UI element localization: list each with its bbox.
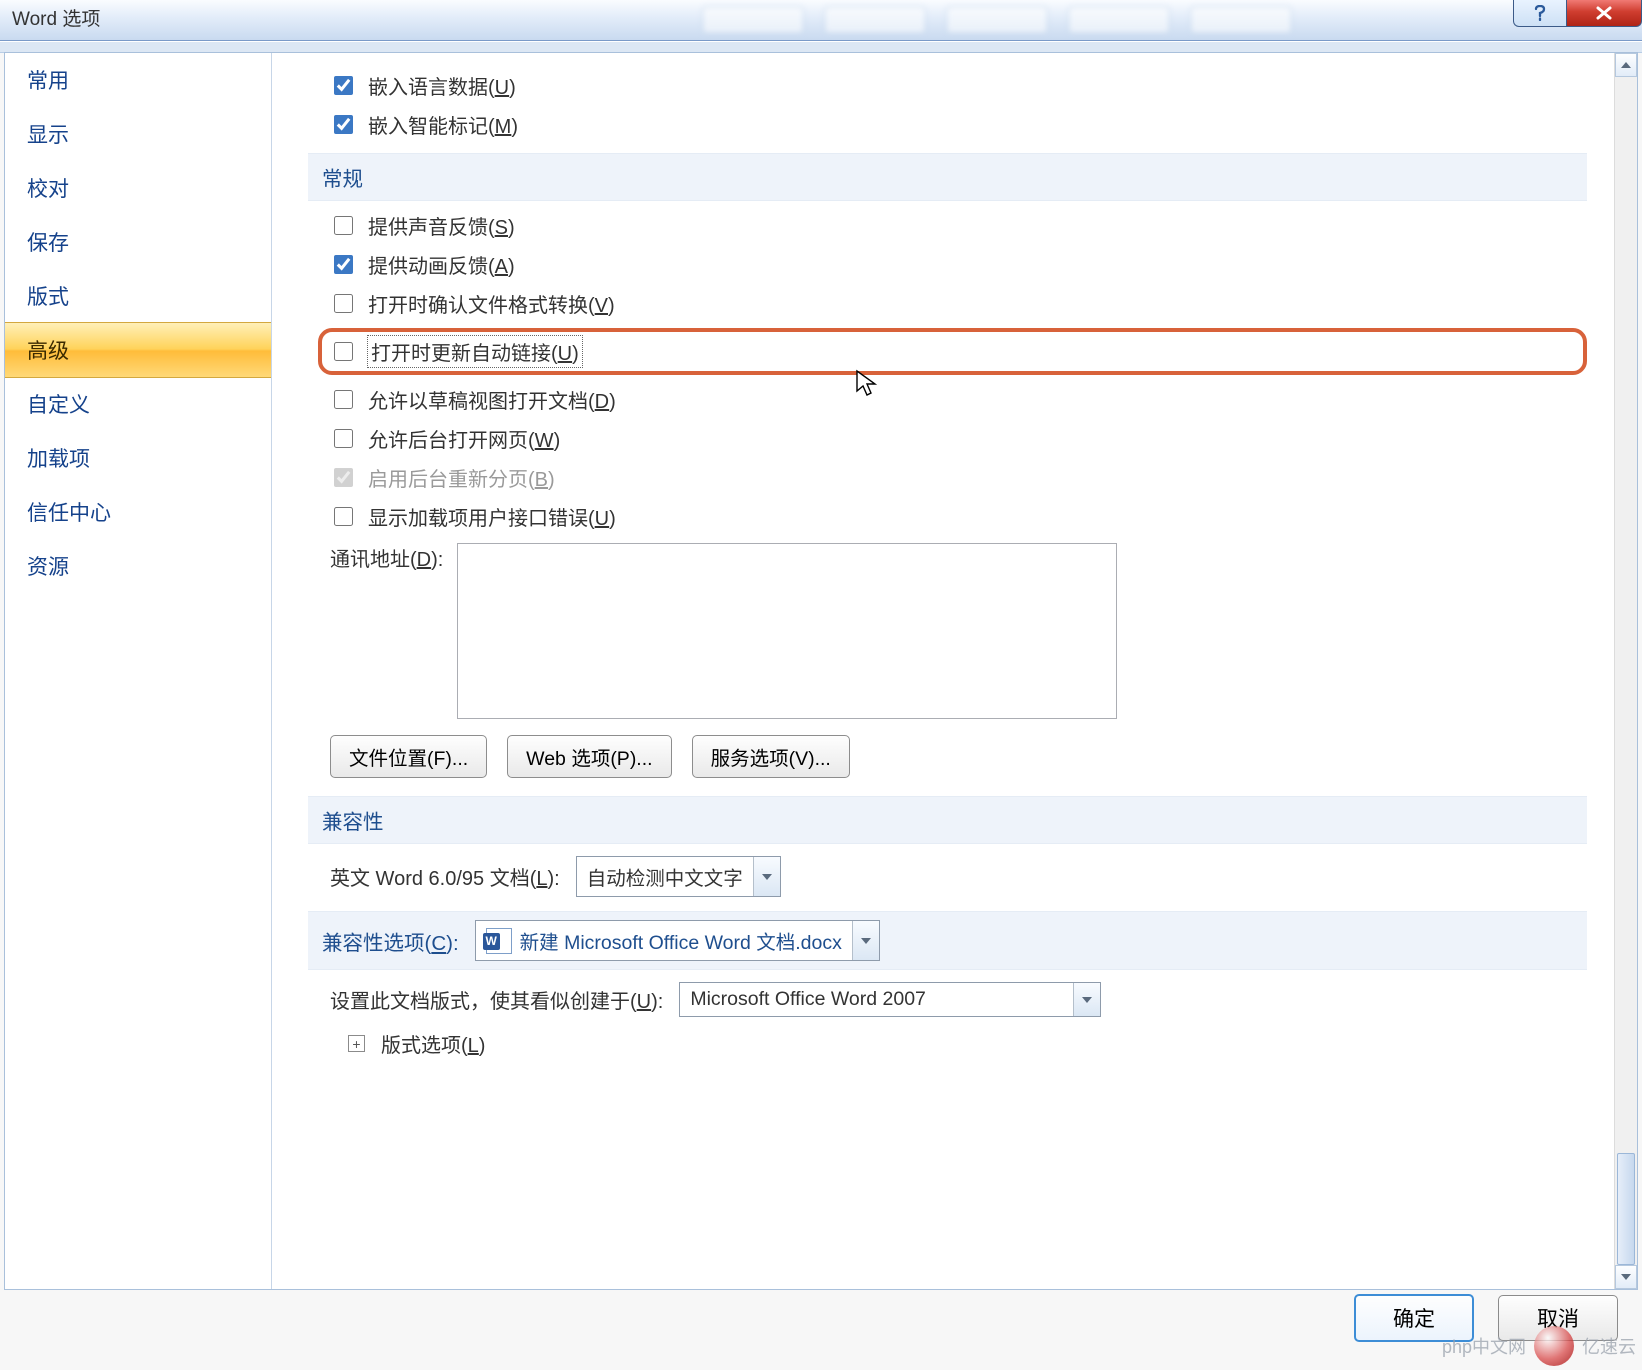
- dialog-footer: 确定 取消: [6, 1292, 1636, 1344]
- cat-resources[interactable]: 资源: [5, 539, 271, 593]
- cat-trust[interactable]: 信任中心: [5, 485, 271, 539]
- bg-repaginate-label: 启用后台重新分页(B): [368, 463, 555, 492]
- addin-errors-label: 显示加载项用户接口错误(U): [368, 502, 616, 531]
- general-section-header: 常规: [308, 153, 1587, 201]
- scroll-thumb[interactable]: [1617, 1153, 1635, 1265]
- cat-display[interactable]: 显示: [5, 107, 271, 161]
- chevron-down-icon[interactable]: [753, 857, 780, 896]
- bg-open-web-label: 允许后台打开网页(W): [368, 424, 560, 453]
- english-word-value: 自动检测中文文字: [577, 857, 753, 896]
- file-locations-button[interactable]: 文件位置(F)...: [330, 735, 487, 778]
- cat-addins[interactable]: 加载项: [5, 431, 271, 485]
- english-word-label: 英文 Word 6.0/95 文档(L):: [330, 862, 560, 891]
- cat-layout[interactable]: 版式: [5, 269, 271, 323]
- confirm-conversion-checkbox[interactable]: [334, 294, 353, 313]
- watermark-logo-icon: [1534, 1326, 1574, 1366]
- title-bar: Word 选项: [0, 0, 1642, 41]
- watermark-text-1: php中文网: [1442, 1333, 1526, 1359]
- watermark: php中文网 亿速云: [1442, 1326, 1636, 1366]
- anim-feedback-checkbox[interactable]: [334, 255, 353, 274]
- embed-smart-tags-label: 嵌入智能标记(M): [368, 110, 518, 139]
- compatibility-options-header: 兼容性选项(C): 新建 Microsoft Office Word 文档.do…: [308, 911, 1587, 970]
- anim-feedback-label: 提供动画反馈(A): [368, 250, 515, 279]
- draft-view-label: 允许以草稿视图打开文档(D): [368, 385, 616, 414]
- web-options-button[interactable]: Web 选项(P)...: [507, 735, 671, 778]
- embed-language-checkbox[interactable]: [334, 76, 353, 95]
- scroll-up-arrow[interactable]: [1615, 53, 1637, 77]
- english-word-dropdown[interactable]: 自动检测中文文字: [576, 856, 781, 897]
- chevron-down-icon[interactable]: [1073, 983, 1100, 1016]
- bg-repaginate-checkbox: [334, 468, 353, 487]
- confirm-conversion-label: 打开时确认文件格式转换(V): [368, 289, 615, 318]
- background-blur: [702, 6, 1402, 36]
- layout-version-value: Microsoft Office Word 2007: [680, 983, 1073, 1016]
- highlighted-option: 打开时更新自动链接(U): [318, 328, 1587, 375]
- compat-document-value: 新建 Microsoft Office Word 文档.docx: [476, 921, 852, 960]
- help-button[interactable]: [1513, 0, 1566, 27]
- scroll-down-arrow[interactable]: [1615, 1265, 1637, 1289]
- options-scroll-pane: 嵌入语言数据(U) 嵌入智能标记(M) 常规 提供声音反馈(S) 提供动画反馈(…: [272, 53, 1613, 1289]
- addin-errors-checkbox[interactable]: [334, 507, 353, 526]
- chevron-down-icon[interactable]: [852, 921, 879, 960]
- sound-feedback-checkbox[interactable]: [334, 216, 353, 235]
- close-button[interactable]: [1566, 0, 1642, 27]
- word-doc-icon: [486, 928, 512, 954]
- update-auto-links-checkbox[interactable]: [334, 342, 353, 361]
- compat-document-dropdown[interactable]: 新建 Microsoft Office Word 文档.docx: [475, 920, 880, 961]
- layout-version-dropdown[interactable]: Microsoft Office Word 2007: [679, 982, 1101, 1017]
- cat-customize[interactable]: 自定义: [5, 377, 271, 431]
- compatibility-section-header: 兼容性: [308, 796, 1587, 844]
- embed-smart-tags-checkbox[interactable]: [334, 115, 353, 134]
- draft-view-checkbox[interactable]: [334, 390, 353, 409]
- mailing-address-textarea[interactable]: [457, 543, 1117, 719]
- cat-advanced[interactable]: 高级: [5, 322, 271, 378]
- layout-options-label[interactable]: 版式选项(L): [381, 1029, 485, 1058]
- sound-feedback-label: 提供声音反馈(S): [368, 211, 515, 240]
- cat-proofing[interactable]: 校对: [5, 161, 271, 215]
- mailing-address-label: 通讯地址(D):: [330, 543, 443, 572]
- expand-icon[interactable]: +: [348, 1035, 365, 1052]
- category-sidebar: 常用 显示 校对 保存 版式 高级 自定义 加载项 信任中心 资源: [5, 53, 272, 1289]
- cat-general[interactable]: 常用: [5, 53, 271, 107]
- embed-language-label: 嵌入语言数据(U): [368, 71, 516, 100]
- vertical-scrollbar[interactable]: [1614, 53, 1637, 1289]
- window-title: Word 选项: [12, 9, 100, 30]
- service-options-button[interactable]: 服务选项(V)...: [692, 735, 850, 778]
- bg-open-web-checkbox[interactable]: [334, 429, 353, 448]
- cat-save[interactable]: 保存: [5, 215, 271, 269]
- watermark-text-2: 亿速云: [1582, 1333, 1636, 1359]
- update-auto-links-label: 打开时更新自动链接(U): [368, 336, 582, 367]
- layout-as-created-label: 设置此文档版式，使其看似创建于(U):: [330, 985, 663, 1014]
